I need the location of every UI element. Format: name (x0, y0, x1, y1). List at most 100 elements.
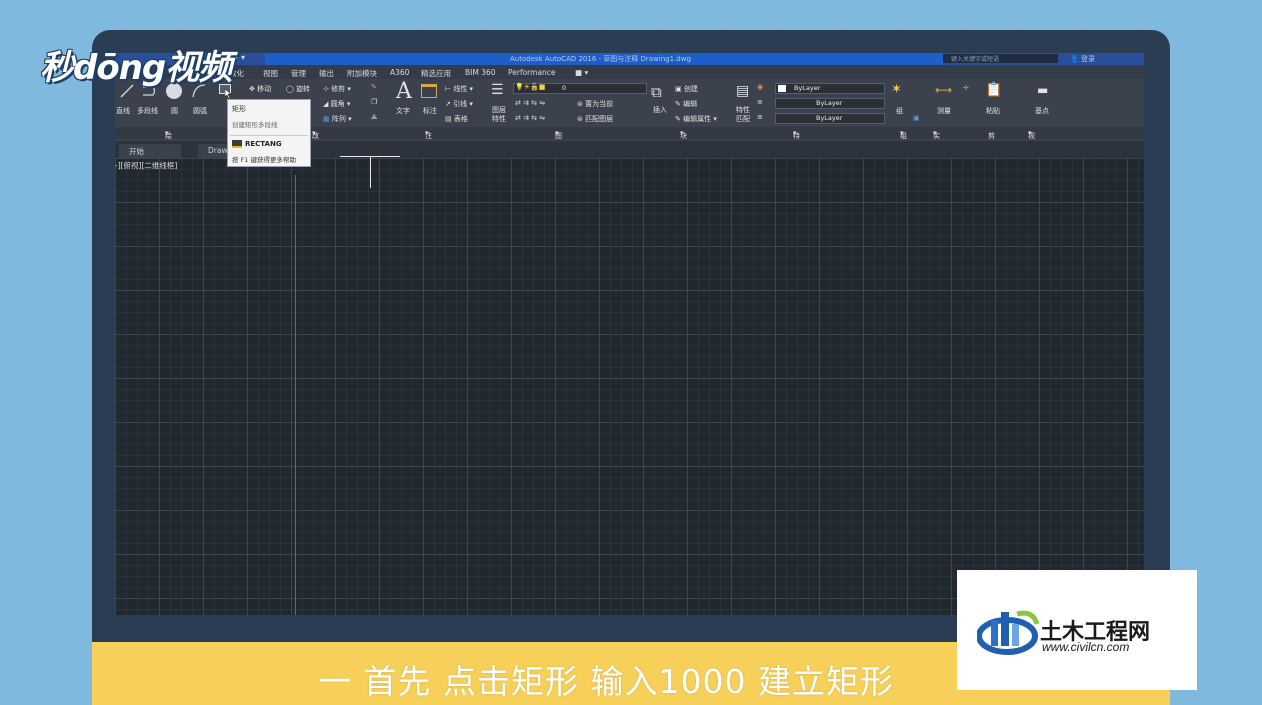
color-value: ByLayer (794, 84, 821, 92)
match-layer-label: 匹配图层 (585, 115, 614, 123)
color-wheel-icon[interactable]: ◉ (757, 83, 763, 91)
edit-attributes-tool[interactable]: ✎ 编辑属性 ▾ (675, 114, 717, 124)
crosshair-vertical (370, 156, 371, 188)
panel-title-block[interactable]: 块 ▾ (680, 129, 687, 140)
match-layer-tool[interactable]: ⊜ 匹配图层 (577, 114, 613, 124)
dimension-tool[interactable]: 标注 (423, 106, 437, 116)
insert-icon[interactable]: ⧉ (651, 83, 662, 101)
tab-output[interactable]: 输出 (319, 68, 334, 79)
y-axis-line (295, 175, 296, 615)
lineweight-value: ByLayer (816, 114, 843, 122)
panel-title-utilities[interactable]: 实用工具 ▾ (933, 129, 940, 170)
fillet-label: 圆角 (330, 100, 345, 108)
fillet-tool[interactable]: ◢ 圆角 ▾ (323, 99, 350, 109)
create-block-tool[interactable]: ▣ 创建 (675, 84, 698, 94)
login-label: 登录 (1080, 55, 1095, 63)
tooltip-description: 创建矩形多段线 (232, 121, 278, 129)
panel-title-layers[interactable]: 图层 ▾ (555, 129, 562, 150)
panel-title-annotation[interactable]: 注释 ▾ (425, 129, 432, 150)
match-properties-tool[interactable]: 特性匹配 (736, 106, 752, 124)
drawing-canvas[interactable]: -][俯视][二维线框] (115, 156, 1144, 615)
trim-tool[interactable]: ⊹ 修剪 ▾ (323, 84, 351, 94)
linetype-icon: ≡ (757, 98, 763, 106)
erase-icon[interactable]: ✎ (371, 83, 377, 91)
miaodong-logo: 秒dōng视频 (40, 48, 232, 88)
base-view-icon[interactable]: ▬ (1037, 83, 1048, 97)
linear-dim-tool[interactable]: ⊢ 线性 ▾ (445, 84, 473, 94)
color-dropdown[interactable]: ByLayer (775, 83, 885, 94)
point-icon[interactable]: ✛ (963, 84, 969, 92)
array-tool[interactable]: ▦ 阵列 ▾ (323, 114, 352, 124)
tab-manage[interactable]: 管理 (291, 68, 306, 79)
layer-tools-icons[interactable]: ⇄ ⇉ ⇆ ⇋ (515, 99, 545, 107)
subtitle-text: 一 首先 点击矩形 输入1000 建立矩形 (318, 662, 894, 701)
tab-addins[interactable]: 附加模块 (347, 68, 377, 79)
tooltip-command: RECTANG (245, 140, 282, 148)
array-label: 阵列 (331, 115, 346, 123)
login-link[interactable]: 👤 登录 (1070, 54, 1095, 64)
arc-tool[interactable]: 圆弧 (193, 106, 207, 116)
panel-title-view[interactable]: 视图 ▾ (1028, 129, 1035, 150)
rectangle-tooltip: 矩形 创建矩形多段线 RECTANG 按 F1 键获得更多帮助 (227, 99, 311, 167)
panel-title-modify[interactable]: 改 ▾ (312, 129, 319, 140)
table-tool[interactable]: ▤ 表格 (445, 114, 468, 124)
paste-tool[interactable]: 粘贴 (986, 106, 1000, 116)
linear-label: 线性 (453, 85, 468, 93)
tab-bim360[interactable]: BIM 360 (465, 68, 496, 77)
viewport-controls[interactable]: -][俯视][二维线框] (115, 160, 177, 171)
block-panel-label: 块 (680, 132, 687, 140)
line-tool[interactable]: 直线 (116, 106, 130, 116)
text-icon[interactable]: A (396, 79, 412, 104)
linetype-dropdown[interactable]: ByLayer (775, 98, 885, 109)
copy-icon[interactable]: ❐ (371, 98, 377, 106)
tab-a360[interactable]: A360 (390, 68, 409, 77)
base-view-tool[interactable]: 基点 (1035, 106, 1049, 116)
lineweight-dropdown[interactable]: ByLayer (775, 113, 885, 124)
panel-title-draw[interactable]: 绘图 ▾ (165, 129, 172, 150)
tab-view[interactable]: 视图 (263, 68, 278, 79)
move-tool[interactable]: ✥ 移动 (249, 84, 271, 94)
make-current-label: 置为当前 (585, 100, 614, 108)
lineweight-icon: ≡ (757, 113, 763, 121)
move-label: 移动 (257, 85, 272, 93)
civilcn-logo: 土木工程网 www.civilcn.com (957, 570, 1197, 690)
modify-panel-label: 改 (312, 132, 319, 140)
paste-icon[interactable]: 📋 (985, 82, 1002, 98)
tab-performance[interactable]: Performance (508, 68, 556, 77)
polyline-tool[interactable]: 多段线 (137, 106, 158, 116)
ribbon-tabs: 数化 视图 管理 输出 附加模块 A360 精选应用 BIM 360 Perfo… (115, 65, 1144, 79)
insert-tool[interactable]: 插入 (653, 105, 667, 115)
edit-block-tool[interactable]: ✎ 编辑 (675, 99, 697, 109)
panel-title-groups[interactable]: 组 ▾ (900, 129, 907, 140)
tab-start[interactable]: 开始 (119, 144, 181, 158)
tooltip-divider (230, 135, 308, 136)
group-select-icon[interactable]: ▣ (913, 114, 920, 122)
offset-icon[interactable]: ⟁ (371, 113, 377, 122)
groups-panel-label: 组 (900, 132, 907, 140)
group-tool[interactable]: 组 (896, 106, 903, 116)
table-label: 表格 (453, 115, 468, 123)
tooltip-title: 矩形 (232, 105, 246, 113)
command-icon (232, 140, 242, 148)
rotate-tool[interactable]: ◯ 旋转 (286, 84, 310, 94)
layer-properties-tool[interactable]: 图层特性 (492, 106, 506, 124)
measure-icon[interactable]: ⟷ (935, 83, 952, 97)
tab-featured-apps[interactable]: 精选应用 (421, 68, 451, 79)
search-input[interactable]: 键入关键字或短语 (943, 54, 1058, 63)
edit-label: 编辑 (683, 100, 698, 108)
match-properties-icon[interactable]: ▤ (736, 83, 749, 99)
measure-tool[interactable]: 测量 (937, 106, 951, 116)
layer-tools-icons-2[interactable]: ⇄ ⇉ ⇆ ⇋ (515, 114, 545, 122)
group-icon[interactable]: ✶ (891, 82, 902, 97)
tab-parametric[interactable]: 数化 (229, 68, 244, 79)
leader-tool[interactable]: ↗ 引线 ▾ (445, 99, 473, 109)
panel-title-properties[interactable]: 特性 ▾ (793, 129, 800, 150)
make-current-tool[interactable]: ⊜ 置为当前 (577, 99, 613, 109)
layer-properties-icon[interactable]: ☰ (491, 82, 504, 98)
leader-label: 引线 (453, 100, 468, 108)
dimension-icon[interactable] (421, 84, 437, 98)
text-tool[interactable]: 文字 (396, 106, 410, 116)
circle-tool[interactable]: 圆 (171, 106, 178, 116)
camera-icon[interactable]: ■ ▾ (575, 68, 588, 77)
color-swatch (778, 85, 786, 92)
